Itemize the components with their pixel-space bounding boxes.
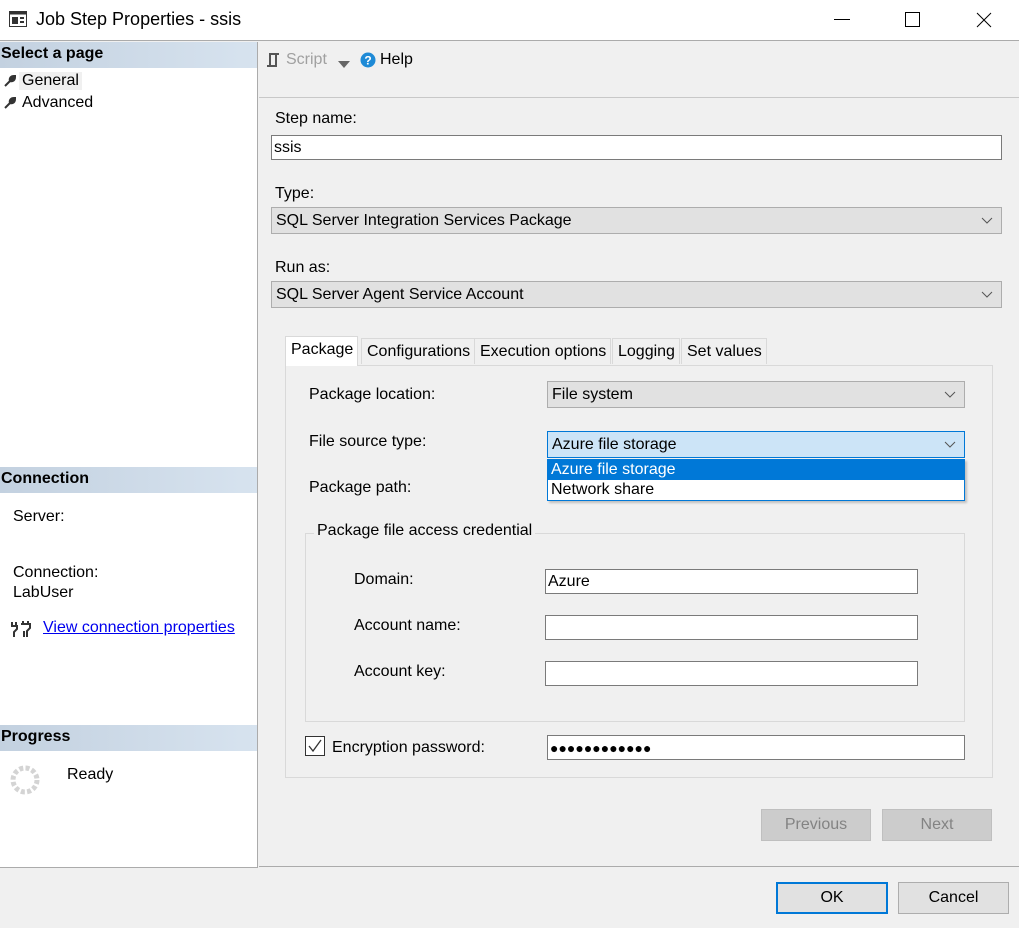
file-source-type-select[interactable]: Azure file storage [547, 431, 965, 458]
script-dropdown-arrow[interactable] [338, 56, 350, 74]
step-name-input[interactable]: ssis [271, 135, 1002, 160]
package-location-value: File system [552, 386, 633, 403]
dropdown-option-network-share[interactable]: Network share [548, 480, 964, 500]
chevron-down-icon [944, 391, 956, 398]
wrench-icon [4, 75, 16, 87]
script-button[interactable]: Script [266, 51, 327, 69]
sidebar-item-general[interactable]: General [4, 71, 82, 91]
domain-label: Domain: [354, 571, 414, 588]
window-title: Job Step Properties - ssis [36, 9, 242, 29]
minimize-button[interactable] [819, 0, 865, 40]
account-name-label: Account name: [354, 617, 461, 634]
title-bar: Job Step Properties - ssis [0, 0, 1019, 41]
connection-value: LabUser [13, 584, 74, 601]
close-button[interactable] [961, 0, 1007, 40]
encryption-password-checkbox[interactable] [305, 736, 325, 756]
type-value: SQL Server Integration Services Package [276, 212, 572, 229]
sidebar-item-advanced[interactable]: Advanced [4, 93, 96, 113]
connection-label: Connection: [13, 564, 99, 581]
run-as-label: Run as: [275, 259, 331, 276]
type-select[interactable]: SQL Server Integration Services Package [271, 207, 1002, 234]
window-icon [9, 11, 27, 27]
progress-spinner-icon [10, 765, 40, 800]
tab-execution-options[interactable]: Execution options [474, 338, 612, 364]
server-label: Server: [13, 508, 65, 525]
script-icon [267, 53, 279, 67]
progress-status: Ready [67, 766, 114, 783]
account-key-label: Account key: [354, 663, 446, 680]
view-connection-properties-link[interactable]: View connection properties [43, 619, 235, 637]
sidebar-item-label: General [19, 72, 82, 90]
checkmark-icon [308, 739, 322, 753]
svg-text:?: ? [364, 54, 371, 68]
maximize-icon [905, 12, 920, 27]
credential-group-title: Package file access credential [314, 522, 536, 540]
chevron-down-icon [981, 217, 993, 224]
package-path-label: Package path: [309, 479, 412, 496]
maximize-button[interactable] [890, 0, 936, 40]
package-location-select[interactable]: File system [547, 381, 965, 408]
domain-input[interactable]: Azure [545, 569, 918, 594]
ok-button[interactable]: OK [776, 882, 888, 914]
select-page-header: Select a page [0, 42, 257, 68]
tab-set-values[interactable]: Set values [681, 338, 767, 364]
chevron-down-icon [944, 441, 956, 448]
progress-header: Progress [0, 725, 257, 751]
minimize-icon [834, 19, 850, 20]
encryption-password-input[interactable]: ●●●●●●●●●●●● [547, 735, 965, 760]
encryption-password-label: Encryption password: [332, 739, 485, 756]
script-label: Script [286, 51, 327, 68]
tab-logging[interactable]: Logging [612, 338, 680, 364]
next-button[interactable]: Next [882, 809, 992, 841]
account-name-input[interactable] [545, 615, 918, 640]
package-location-label: Package location: [309, 386, 436, 403]
account-key-input[interactable] [545, 661, 918, 686]
run-as-value: SQL Server Agent Service Account [276, 286, 524, 303]
connection-header: Connection [0, 467, 257, 493]
cancel-button[interactable]: Cancel [898, 882, 1009, 914]
tab-package[interactable]: Package [285, 336, 359, 366]
divider [259, 866, 1019, 867]
file-source-type-dropdown: Azure file storage Network share [547, 459, 965, 501]
help-label: Help [380, 51, 413, 68]
plug-icon [10, 620, 32, 643]
tab-configurations[interactable]: Configurations [361, 338, 476, 364]
wrench-icon [4, 97, 16, 109]
help-icon: ? [360, 52, 376, 68]
run-as-select[interactable]: SQL Server Agent Service Account [271, 281, 1002, 308]
previous-button[interactable]: Previous [761, 809, 871, 841]
dropdown-option-azure-file-storage[interactable]: Azure file storage [548, 460, 964, 480]
step-name-label: Step name: [275, 110, 357, 127]
type-label: Type: [275, 185, 315, 202]
caret-down-icon [338, 61, 350, 68]
file-source-type-label: File source type: [309, 433, 427, 450]
sidebar: Select a page General Advanced Connectio… [0, 42, 258, 868]
toolbar: Script ? Help [259, 42, 1019, 98]
help-button[interactable]: ? Help [360, 51, 413, 69]
chevron-down-icon [981, 291, 993, 298]
sidebar-item-label: Advanced [22, 94, 94, 111]
close-icon [976, 12, 992, 28]
file-source-type-value: Azure file storage [552, 436, 677, 453]
